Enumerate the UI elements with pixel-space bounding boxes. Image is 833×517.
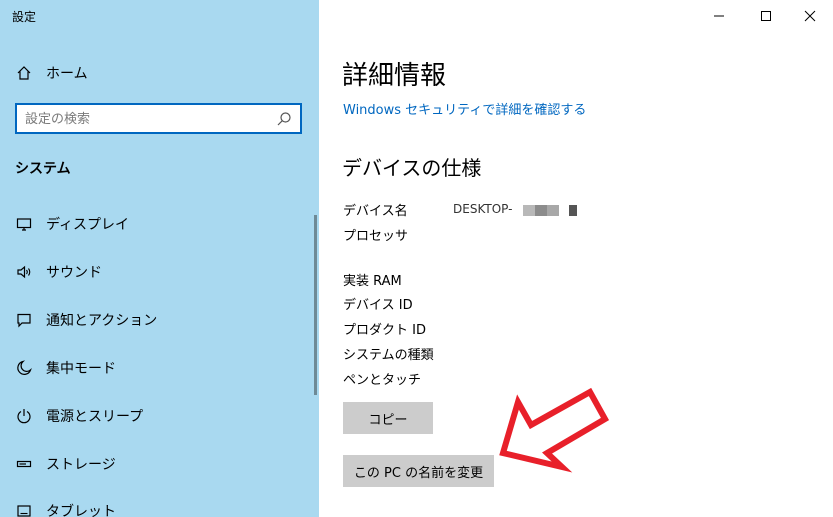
minimize-button[interactable]: [696, 0, 742, 32]
close-button[interactable]: [787, 0, 833, 32]
rename-pc-button[interactable]: この PC の名前を変更: [343, 455, 494, 487]
redacted-block: [523, 205, 535, 216]
device-specs-title: デバイスの仕様: [342, 156, 482, 180]
spec-label-system-type: システムの種類: [343, 348, 434, 363]
sidebar-item-label: サウンド: [46, 265, 102, 281]
search-box[interactable]: [15, 103, 302, 134]
spec-label-device-name: デバイス名: [343, 204, 408, 219]
power-icon: [15, 407, 33, 425]
sidebar-item-label: タブレット: [46, 504, 116, 517]
search-icon[interactable]: [276, 111, 292, 127]
display-icon: [15, 215, 33, 233]
home-icon: [15, 64, 33, 82]
windows-security-link[interactable]: Windows セキュリティで詳細を確認する: [343, 99, 586, 118]
sidebar-item-notifications[interactable]: 通知とアクション: [0, 300, 319, 340]
maximize-button[interactable]: [743, 0, 789, 32]
sidebar-item-label: ストレージ: [46, 457, 116, 473]
sidebar-item-sound[interactable]: サウンド: [0, 252, 319, 292]
copy-button[interactable]: コピー: [343, 402, 433, 434]
sidebar-scrollbar[interactable]: [314, 215, 317, 395]
sidebar-item-home[interactable]: ホーム: [0, 53, 319, 93]
app-title: 設定: [12, 10, 37, 24]
sidebar-item-label: 通知とアクション: [46, 313, 158, 329]
notification-icon: [15, 311, 33, 329]
spec-label-device-id: デバイス ID: [343, 298, 413, 313]
sidebar-item-tablet[interactable]: タブレット: [0, 491, 319, 517]
minimize-icon: [714, 15, 724, 17]
redacted-block: [535, 205, 547, 216]
spec-label-product-id: プロダクト ID: [343, 323, 426, 338]
spec-label-ram: 実装 RAM: [343, 274, 402, 289]
sidebar-item-display[interactable]: ディスプレイ: [0, 204, 319, 244]
tablet-icon: [15, 502, 33, 517]
sound-icon: [15, 263, 33, 281]
sidebar-item-power[interactable]: 電源とスリープ: [0, 396, 319, 436]
section-header: システム: [15, 161, 71, 177]
spec-label-pen-touch: ペンとタッチ: [343, 373, 422, 388]
spec-label-processor: プロセッサ: [343, 229, 409, 244]
sidebar-item-label: 電源とスリープ: [46, 409, 144, 425]
sidebar-item-label: ディスプレイ: [46, 217, 130, 233]
close-icon: [804, 10, 816, 22]
redacted-block: [569, 205, 577, 216]
search-input[interactable]: [25, 109, 275, 129]
sidebar-item-label: ホーム: [46, 66, 88, 82]
spec-value-device-name: DESKTOP-: [453, 202, 513, 216]
annotation-arrow-icon: [499, 387, 610, 473]
sidebar-item-storage[interactable]: ストレージ: [0, 444, 319, 484]
sidebar-item-label: 集中モード: [46, 361, 116, 377]
sidebar: 設定 ホーム システム ディスプレイ サウンド 通知とアクション: [0, 0, 319, 517]
page-title: 詳細情報: [342, 61, 447, 91]
redacted-block: [547, 205, 559, 216]
storage-icon: [15, 455, 33, 473]
sidebar-item-focus[interactable]: 集中モード: [0, 348, 319, 388]
moon-icon: [15, 359, 33, 377]
maximize-icon: [761, 11, 771, 21]
